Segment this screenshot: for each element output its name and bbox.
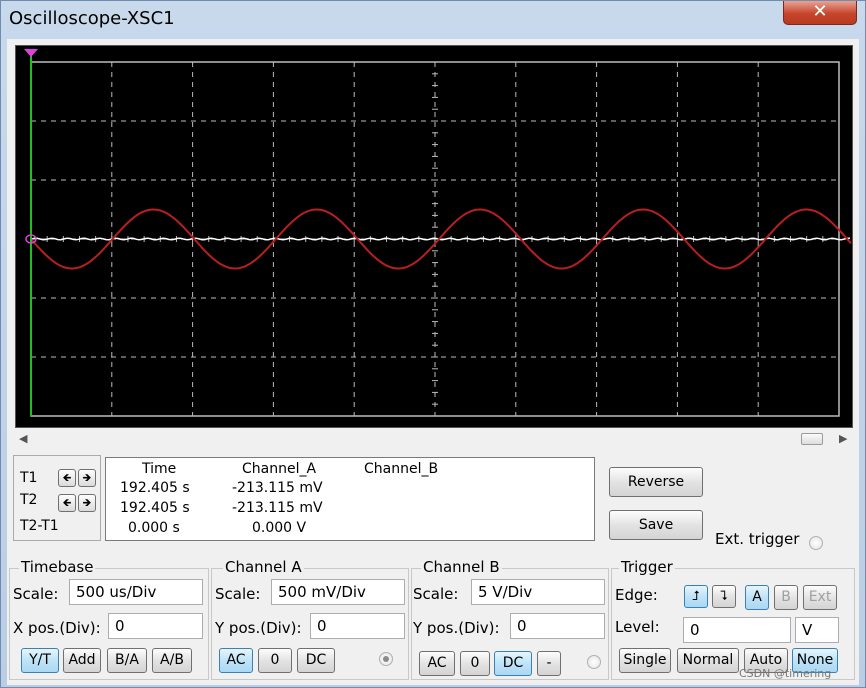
timebase-xpos-label: X pos.(Div): [13, 619, 101, 637]
trigger-source-a-button[interactable]: A [745, 585, 769, 610]
mode-add-button[interactable]: Add [63, 648, 101, 673]
scope-display [15, 45, 853, 428]
channel-b-terminal[interactable] [587, 655, 601, 669]
channel-b-ypos-label: Y pos.(Div): [413, 619, 500, 637]
channel-a-zero-button[interactable]: 0 [258, 648, 292, 673]
watermark: CSDN @timering [739, 667, 832, 680]
trigger-level-unit[interactable]: V [795, 617, 839, 643]
channel-b-title: Channel B [421, 558, 502, 576]
channel-a-terminal[interactable] [379, 652, 393, 666]
t1-label: T1 [20, 470, 38, 486]
measurement-readout: Time Channel_A Channel_B 192.405 s -213.… [105, 457, 595, 541]
scope-plot [24, 49, 852, 417]
timebase-xpos-field[interactable]: 0 [108, 613, 203, 639]
channel-b-dc-button[interactable]: DC [494, 651, 532, 676]
ext-trigger-label: Ext. trigger [715, 530, 800, 548]
timebase-title: Timebase [19, 558, 96, 576]
reverse-button[interactable]: Reverse [609, 467, 703, 497]
t2-right-button[interactable]: 🡺 [78, 494, 96, 512]
channel-a-title: Channel A [223, 558, 304, 576]
t2-time: 192.405 s [120, 500, 190, 516]
channel-b-invert-button[interactable]: - [537, 651, 561, 676]
edge-rising-icon[interactable]: ⮥ [684, 585, 708, 608]
cursor-t1-marker[interactable] [24, 49, 38, 57]
horizontal-scrollbar[interactable]: ◀ ▶ [15, 431, 853, 448]
window-title: Oscilloscope-XSC1 [9, 8, 175, 29]
t2-channel-a: -213.115 mV [232, 500, 323, 516]
title-bar[interactable]: Oscilloscope-XSC1 ✕ [1, 1, 865, 39]
close-button[interactable]: ✕ [783, 1, 857, 25]
oscilloscope-window: Oscilloscope-XSC1 ✕ ◀ ▶ T1 🡸 🡺 T2 🡸 🡺 T2… [0, 0, 866, 688]
channel-a-ypos-field[interactable]: 0 [310, 613, 405, 639]
trigger-level-label: Level: [615, 618, 660, 636]
trigger-source-b-button[interactable]: B [774, 585, 798, 610]
channel-a-ac-button[interactable]: AC [219, 648, 253, 673]
save-button[interactable]: Save [609, 510, 703, 540]
channel-a-dc-button[interactable]: DC [297, 648, 335, 673]
channel-b-scale-field[interactable]: 5 V/Div [471, 579, 605, 605]
channel-b-scale-label: Scale: [413, 585, 459, 603]
ext-trigger-terminal[interactable] [809, 536, 823, 550]
trigger-level-field[interactable]: 0 [683, 617, 791, 643]
channel-a-scale-label: Scale: [215, 585, 261, 603]
channel-b-zero-button[interactable]: 0 [460, 651, 490, 676]
mode-yt-button[interactable]: Y/T [21, 648, 59, 673]
t1-right-button[interactable]: 🡺 [78, 469, 96, 487]
channel-b-ac-button[interactable]: AC [419, 651, 455, 676]
timebase-scale-label: Scale: [13, 585, 59, 603]
channel-b-ypos-field[interactable]: 0 [510, 613, 605, 639]
delta-channel-a: 0.000 V [252, 520, 307, 536]
trigger-normal-button[interactable]: Normal [677, 648, 739, 673]
mode-ba-button[interactable]: B/A [107, 648, 147, 673]
channel-a-ypos-label: Y pos.(Div): [215, 619, 302, 637]
instrument-panel: ◀ ▶ T1 🡸 🡺 T2 🡸 🡺 T2-T1 Time Channel_A C… [7, 39, 859, 685]
header-channel-a: Channel_A [242, 461, 317, 477]
edge-falling-icon[interactable]: ⮧ [712, 585, 736, 608]
cursor-controls: T1 🡸 🡺 T2 🡸 🡺 T2-T1 [13, 455, 101, 541]
trigger-source-ext-button[interactable]: Ext [803, 585, 837, 610]
scrollbar-thumb[interactable] [801, 433, 823, 445]
header-channel-b: Channel_B [364, 461, 439, 477]
timebase-scale-field[interactable]: 500 us/Div [69, 579, 203, 605]
header-time: Time [142, 461, 177, 477]
trigger-single-button[interactable]: Single [619, 648, 671, 673]
scroll-right-icon[interactable]: ▶ [839, 432, 847, 445]
t2-left-button[interactable]: 🡸 [58, 494, 76, 512]
trigger-title: Trigger [619, 558, 675, 576]
mode-ab-button[interactable]: A/B [152, 648, 192, 673]
t1-time: 192.405 s [120, 480, 190, 496]
trigger-edge-label: Edge: [615, 586, 658, 604]
delta-time: 0.000 s [128, 520, 180, 536]
t1-left-button[interactable]: 🡸 [58, 469, 76, 487]
scroll-left-icon[interactable]: ◀ [19, 432, 27, 445]
channel-a-scale-field[interactable]: 500 mV/Div [271, 579, 405, 605]
t2-label: T2 [20, 492, 38, 508]
t2-t1-label: T2-T1 [20, 518, 59, 534]
t1-channel-a: -213.115 mV [232, 480, 323, 496]
